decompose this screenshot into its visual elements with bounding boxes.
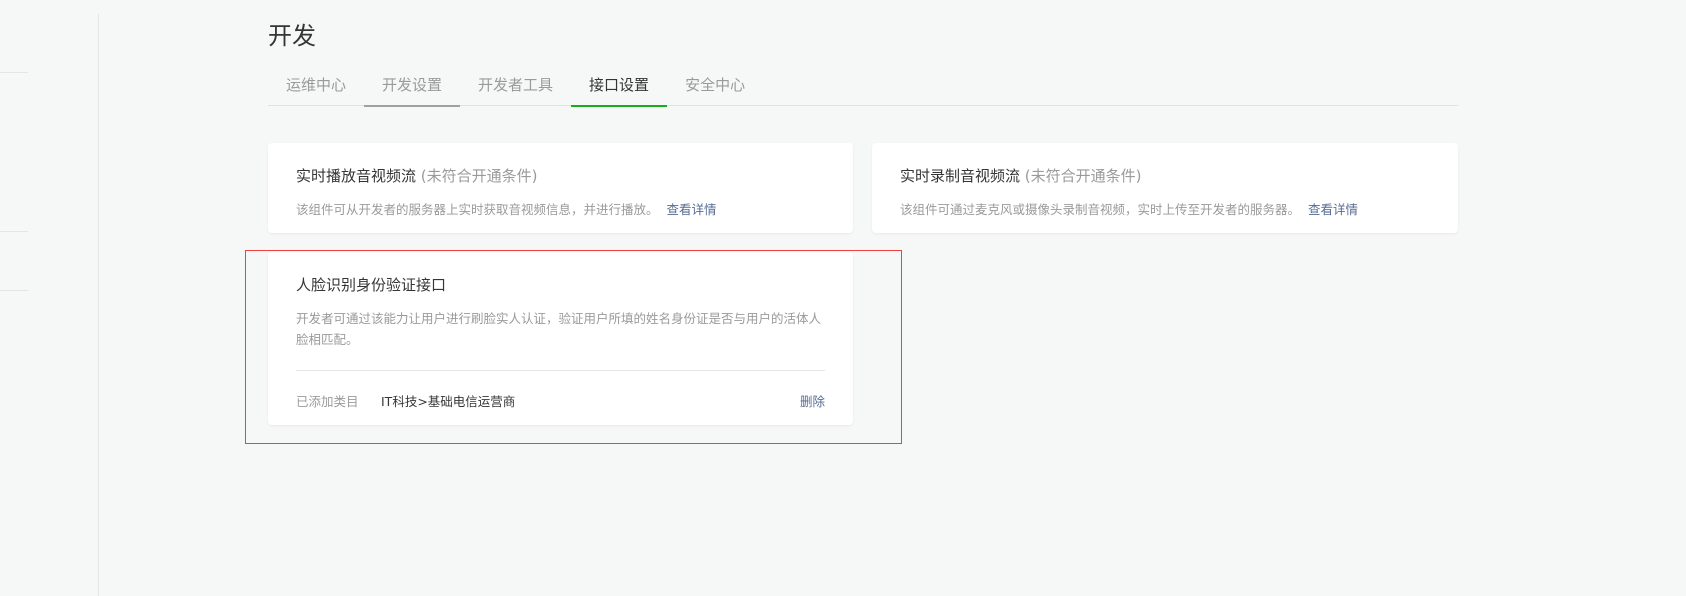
- live-record-card: 实时录制音视频流 (未符合开通条件) 该组件可通过麦克风或摄像头录制音视频，实时…: [872, 143, 1458, 233]
- live-play-card: 实时播放音视频流 (未符合开通条件) 该组件可从开发者的服务器上实时获取音视频信…: [268, 143, 853, 233]
- card-title: 实时播放音视频流: [296, 167, 417, 185]
- tab-dev-settings[interactable]: 开发设置: [364, 66, 461, 107]
- sidebar-border: [98, 14, 99, 596]
- tab-ops-center[interactable]: 运维中心: [268, 66, 364, 106]
- sidebar-divider: [0, 290, 28, 291]
- tab-bar: 运维中心 开发设置 开发者工具 接口设置 安全中心: [268, 66, 1458, 107]
- view-details-link[interactable]: 查看详情: [1308, 202, 1358, 217]
- delete-link[interactable]: 删除: [800, 391, 825, 410]
- category-label: 已添加类目: [296, 394, 359, 409]
- card-desc: 该组件可从开发者的服务器上实时获取音视频信息，并进行播放。: [296, 202, 659, 217]
- sidebar-divider: [0, 231, 28, 232]
- tab-api-settings[interactable]: 接口设置: [571, 66, 668, 107]
- card-desc: 该组件可通过麦克风或摄像头录制音视频，实时上传至开发者的服务器。: [900, 202, 1301, 217]
- card-status: (未符合开通条件): [420, 167, 538, 185]
- card-title: 实时录制音视频流: [900, 167, 1021, 185]
- page-title: 开发: [268, 22, 316, 50]
- divider: [296, 370, 825, 371]
- tab-security-center[interactable]: 安全中心: [667, 66, 763, 106]
- card-status: (未符合开通条件): [1024, 167, 1142, 185]
- card-title: 人脸识别身份验证接口: [296, 276, 447, 294]
- tab-dev-tools[interactable]: 开发者工具: [460, 66, 571, 106]
- category-value: IT科技>基础电信运营商: [381, 394, 516, 409]
- card-desc: 开发者可通过该能力让用户进行刷脸实人认证，验证用户所填的姓名身份证是否与用户的活…: [296, 311, 822, 347]
- view-details-link[interactable]: 查看详情: [667, 202, 717, 217]
- face-verify-card: 人脸识别身份验证接口 开发者可通过该能力让用户进行刷脸实人认证，验证用户所填的姓…: [268, 252, 853, 425]
- sidebar-divider: [0, 72, 28, 73]
